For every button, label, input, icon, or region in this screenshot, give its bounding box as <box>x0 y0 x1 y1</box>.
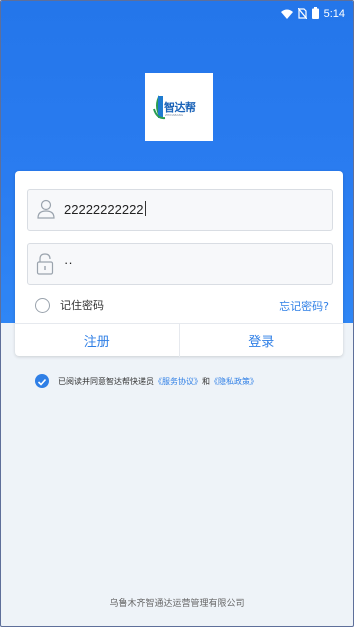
agreement-checkbox[interactable] <box>35 374 49 388</box>
app-screen: 5:14 智达帮 ZHIDABANG 22222222222 ·· 记住密码 忘… <box>0 0 354 627</box>
app-logo: 智达帮 ZHIDABANG <box>145 73 213 141</box>
agreement-text: 已阅读并同意智达帮快递员《服务协议》和《隐私政策》 <box>58 376 258 387</box>
username-value: 22222222222 <box>64 202 144 217</box>
wifi-icon <box>280 4 293 23</box>
company-footer: 乌鲁木齐智通达运营管理有限公司 <box>109 599 245 609</box>
password-field[interactable]: ·· <box>27 243 333 285</box>
agreement-row: 已阅读并同意智达帮快递员《服务协议》和《隐私政策》 <box>35 374 258 388</box>
no-sim-icon <box>297 4 308 23</box>
register-button[interactable]: 注册 <box>15 324 180 357</box>
logo-subtext: ZHIDABANG <box>165 113 184 117</box>
user-icon <box>36 199 56 223</box>
username-input[interactable]: 22222222222 <box>64 201 146 217</box>
lock-icon <box>36 253 54 279</box>
login-button[interactable]: 登录 <box>180 324 344 357</box>
remember-radio[interactable] <box>35 297 50 313</box>
checkmark-icon <box>37 378 47 386</box>
status-icons: 5:14 <box>280 4 345 23</box>
text-cursor <box>144 201 146 216</box>
login-card: 22222222222 ·· 记住密码 忘记密码? 注册 登录 <box>15 171 343 357</box>
remember-password[interactable]: 记住密码 <box>35 297 104 313</box>
forgot-password-link[interactable]: 忘记密码? <box>279 298 329 314</box>
agreement-and: 和 <box>202 376 210 386</box>
agreement-prefix: 已阅读并同意智达帮快递员 <box>58 376 154 386</box>
privacy-policy-link[interactable]: 《隐私政策》 <box>210 377 258 386</box>
remember-label: 记住密码 <box>60 299 104 312</box>
status-bar: 5:14 <box>1 1 353 21</box>
service-agreement-link[interactable]: 《服务协议》 <box>154 377 202 386</box>
password-input[interactable]: ·· <box>64 255 73 270</box>
action-buttons: 注册 登录 <box>15 323 343 357</box>
username-field[interactable]: 22222222222 <box>27 189 333 231</box>
battery-icon <box>311 4 319 23</box>
status-time: 5:14 <box>323 7 345 20</box>
